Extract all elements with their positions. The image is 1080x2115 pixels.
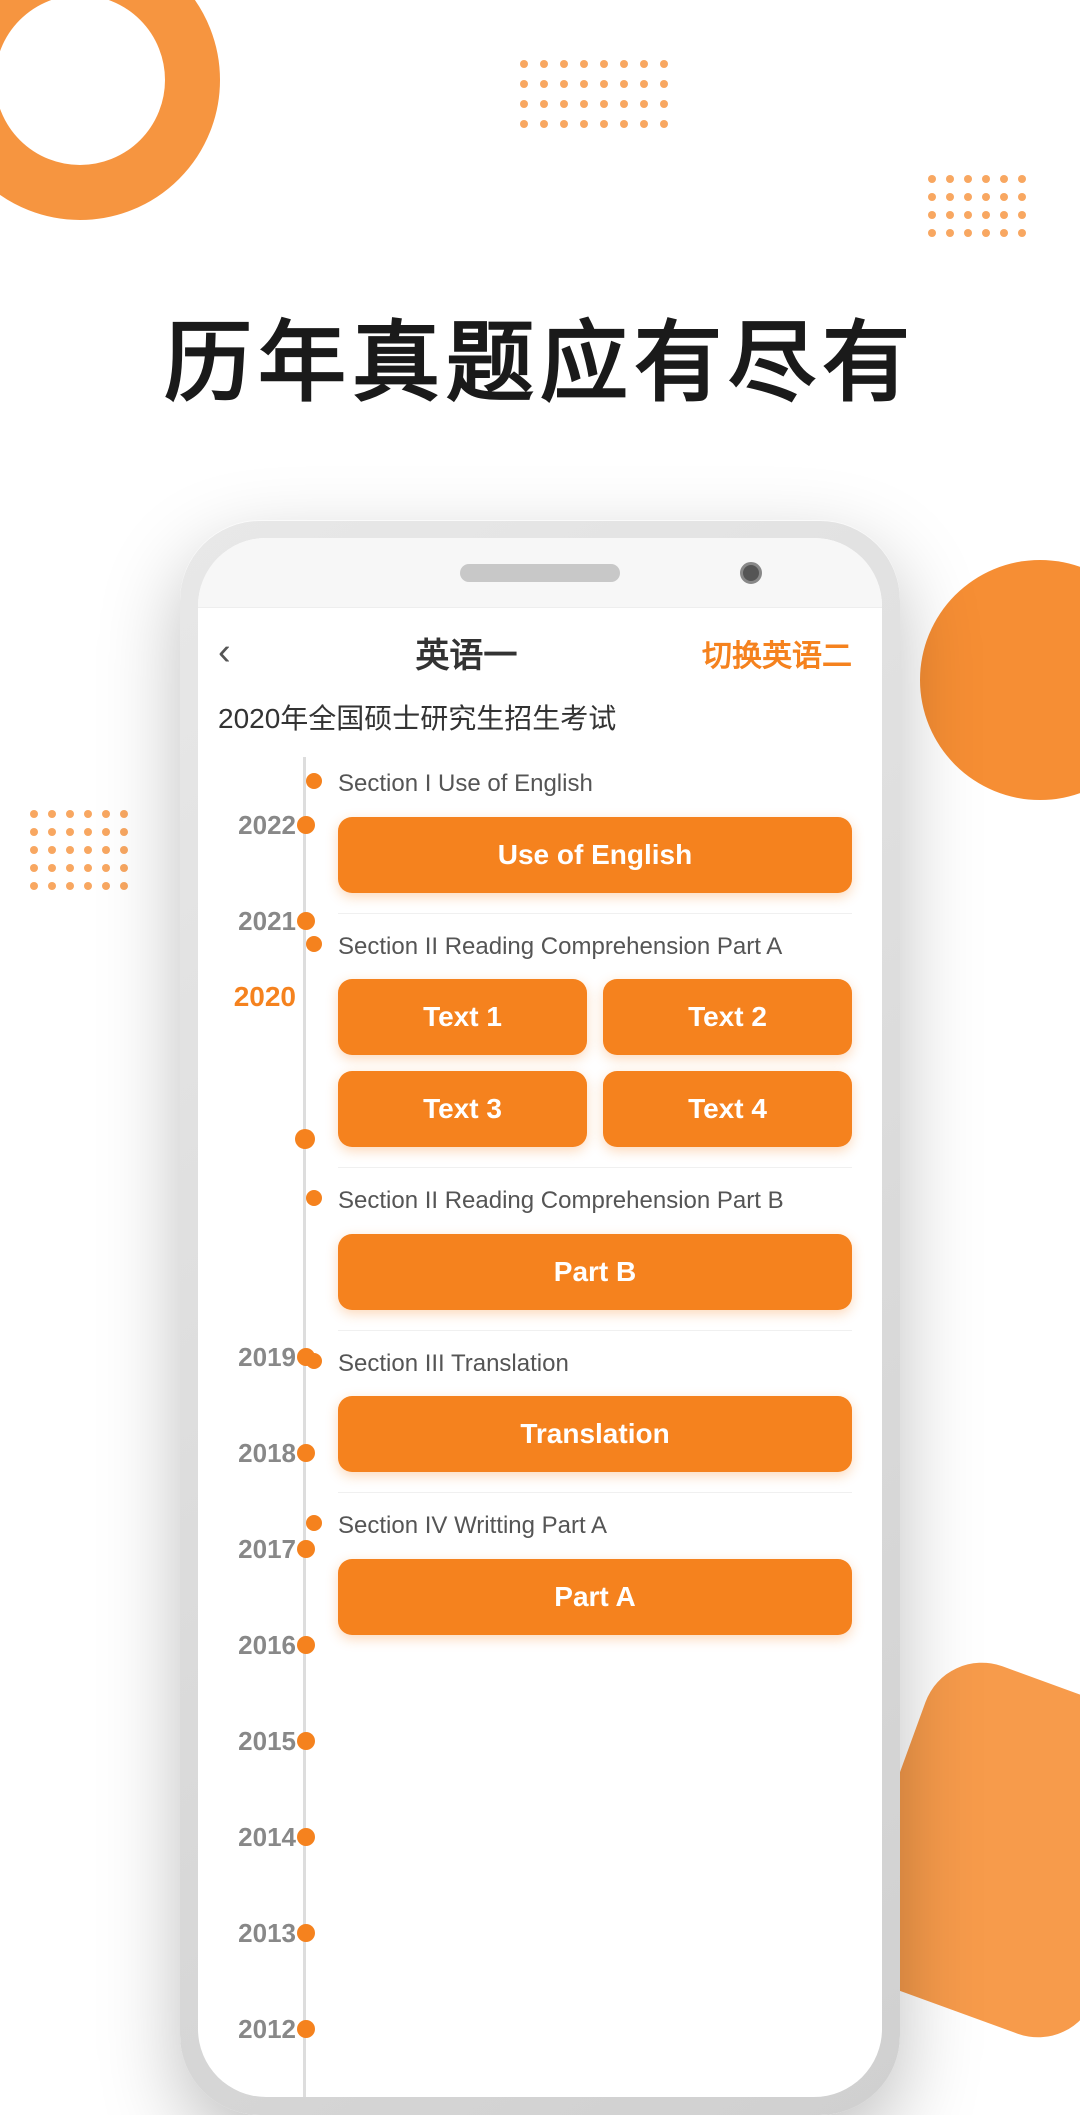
- year-item-2014[interactable]: 2014: [198, 1789, 328, 1885]
- parta-button[interactable]: Part A: [338, 1559, 852, 1635]
- app-title: 英语一: [415, 628, 517, 677]
- year-item-2021[interactable]: 2021: [198, 873, 328, 969]
- section-2a-buttons: Text 1 Text 2 Text 3 Text 4: [338, 979, 852, 1147]
- section-4-block: Section IV Writting Part A Part A: [338, 1509, 852, 1635]
- text2-button[interactable]: Text 2: [603, 979, 852, 1055]
- partb-button[interactable]: Part B: [338, 1234, 852, 1310]
- back-button[interactable]: ‹: [218, 631, 231, 674]
- bg-circle-right-mid: [920, 560, 1080, 800]
- divider-4: [338, 1492, 852, 1493]
- year-item-2020[interactable]: 2020: [198, 969, 328, 1309]
- section-2a-block: Section II Reading Comprehension Part A …: [338, 930, 852, 1148]
- divider-3: [338, 1330, 852, 1331]
- section-4-buttons: Part A: [338, 1559, 852, 1635]
- year-item-2016[interactable]: 2016: [198, 1597, 328, 1693]
- year-item-2018[interactable]: 2018: [198, 1405, 328, 1501]
- year-item-2019[interactable]: 2019: [198, 1309, 328, 1405]
- phone-wrapper: ‹ 英语一 切换英语二 2020年全国硕士研究生招生考试 2022 2021 2…: [180, 520, 900, 2115]
- section-4-label: Section IV Writting Part A: [338, 1509, 852, 1543]
- phone-outer: ‹ 英语一 切换英语二 2020年全国硕士研究生招生考试 2022 2021 2…: [180, 520, 900, 2115]
- text1-button[interactable]: Text 1: [338, 979, 587, 1055]
- section-2b-label: Section II Reading Comprehension Part B: [338, 1184, 852, 1218]
- bg-dots-left: [30, 810, 132, 894]
- switch-button[interactable]: 切换英语二: [702, 631, 852, 675]
- main-section: Section I Use of English Use of English …: [328, 757, 882, 2097]
- use-of-english-button[interactable]: Use of English: [338, 817, 852, 893]
- exam-subtitle: 2020年全国硕士研究生招生考试: [198, 687, 882, 757]
- bg-circle-top-left: [0, 0, 220, 220]
- app-content: 2022 2021 2020 2019 2018 2017 2016 2015 …: [198, 757, 882, 2097]
- section-2b-block: Section II Reading Comprehension Part B …: [338, 1184, 852, 1310]
- year-item-2013[interactable]: 2013: [198, 1885, 328, 1981]
- section-3-block: Section III Translation Translation: [338, 1347, 852, 1473]
- phone-notch-bar: [198, 538, 882, 608]
- section-3-buttons: Translation: [338, 1396, 852, 1472]
- text3-button[interactable]: Text 3: [338, 1071, 587, 1147]
- bg-dots-right: [928, 175, 1030, 241]
- divider-2: [338, 1167, 852, 1168]
- section-2a-label: Section II Reading Comprehension Part A: [338, 930, 852, 964]
- app-header: ‹ 英语一 切换英语二: [198, 608, 882, 687]
- hero-title: 历年真题应有尽有: [80, 310, 1000, 416]
- year-item-2012[interactable]: 2012: [198, 1981, 328, 2077]
- section-1-label: Section I Use of English: [338, 767, 852, 801]
- divider-1: [338, 913, 852, 914]
- year-sidebar: 2022 2021 2020 2019 2018 2017 2016 2015 …: [198, 757, 328, 2097]
- year-item-2015[interactable]: 2015: [198, 1693, 328, 1789]
- year-item-2022[interactable]: 2022: [198, 777, 328, 873]
- phone-speaker: [460, 564, 620, 582]
- translation-button[interactable]: Translation: [338, 1396, 852, 1472]
- bg-dots-top-center: [520, 60, 674, 134]
- text4-button[interactable]: Text 4: [603, 1071, 852, 1147]
- section-2b-buttons: Part B: [338, 1234, 852, 1310]
- section-3-label: Section III Translation: [338, 1347, 852, 1381]
- phone-camera: [740, 562, 762, 584]
- section-1-buttons: Use of English: [338, 817, 852, 893]
- section-1-block: Section I Use of English Use of English: [338, 767, 852, 893]
- phone-inner: ‹ 英语一 切换英语二 2020年全国硕士研究生招生考试 2022 2021 2…: [198, 538, 882, 2097]
